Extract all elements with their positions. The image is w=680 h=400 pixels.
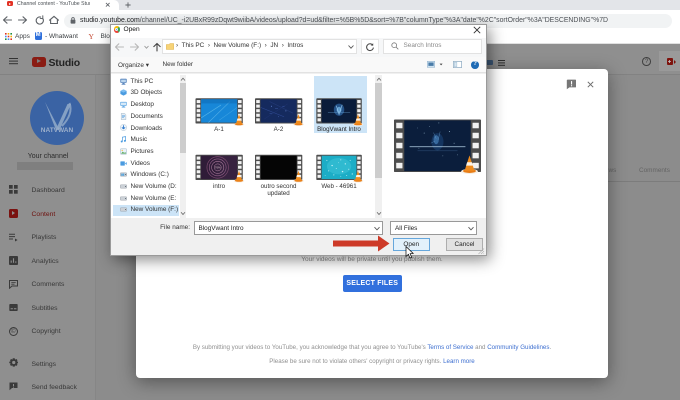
svg-text:76%: 76%: [215, 166, 221, 170]
